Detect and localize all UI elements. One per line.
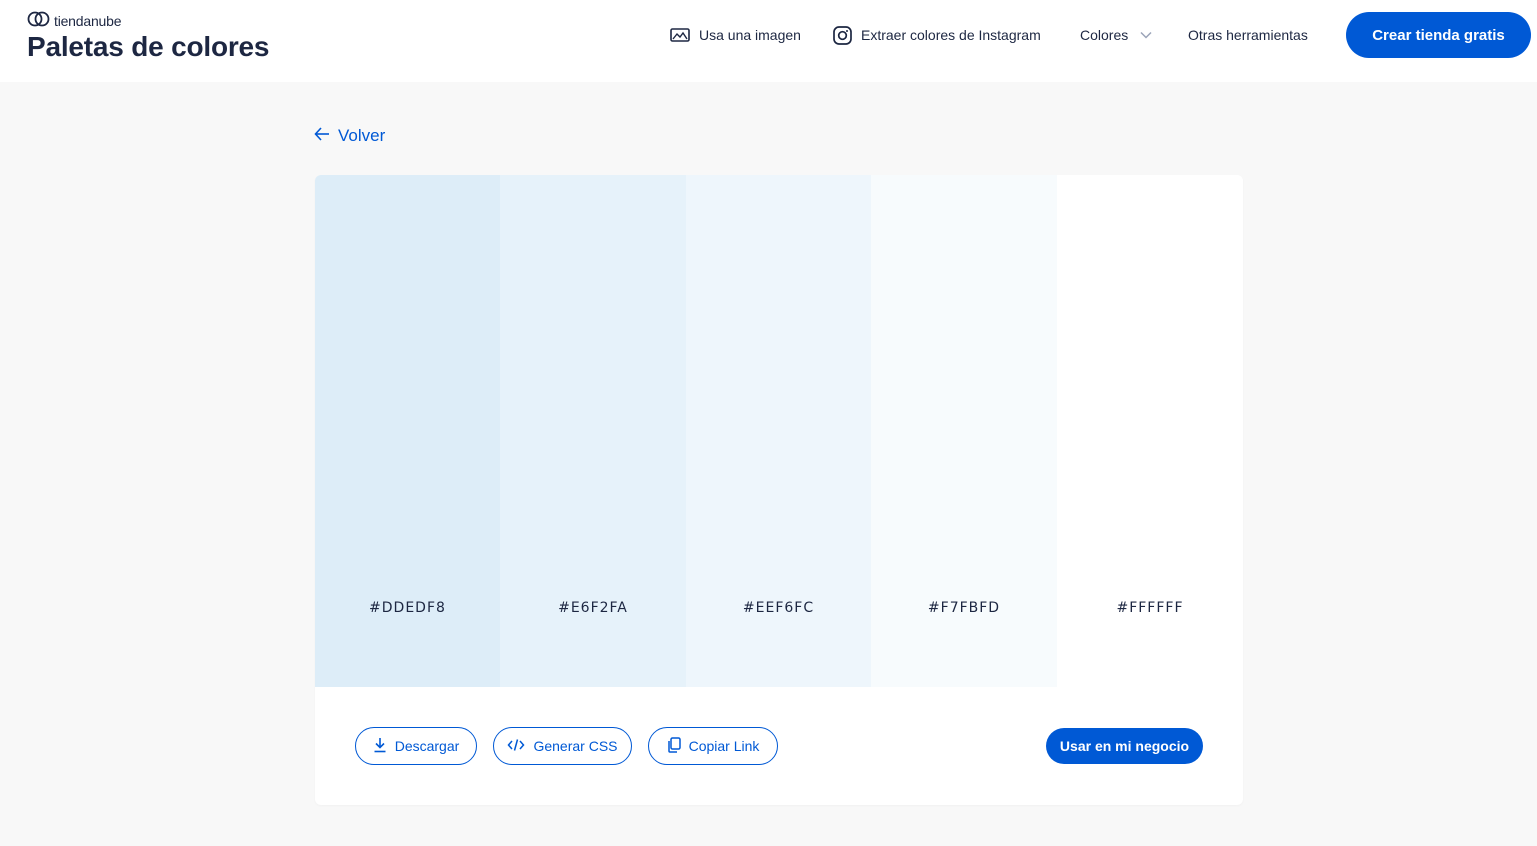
generate-css-button[interactable]: Generar CSS	[493, 727, 632, 765]
nav-use-image-label: Usa una imagen	[699, 27, 801, 43]
top-header: tiendanube Paletas de colores Usa una im…	[0, 0, 1537, 82]
nav-instagram[interactable]: Extraer colores de Instagram	[833, 0, 1041, 70]
nav-other-tools-label: Otras herramientas	[1188, 27, 1308, 43]
swatch-hex-label: #F7FBFD	[927, 600, 1001, 616]
cloud-logo-icon	[27, 11, 51, 32]
color-swatch-5[interactable]: #FFFFFF	[1057, 175, 1243, 687]
copy-link-button[interactable]: Copiar Link	[648, 727, 778, 765]
swatch-hex-label: #E6F2FA	[558, 600, 628, 616]
brand-block: tiendanube Paletas de colores	[27, 11, 270, 63]
color-swatch-2[interactable]: #E6F2FA	[500, 175, 686, 687]
swatch-hex-label: #EEF6FC	[742, 600, 815, 616]
arrow-left-icon	[314, 126, 330, 146]
nav-colors-label: Colores	[1080, 27, 1129, 43]
tiendanube-logo[interactable]: tiendanube	[27, 11, 269, 32]
color-swatch-4[interactable]: #F7FBFD	[871, 175, 1057, 687]
copy-link-label: Copiar Link	[688, 738, 760, 754]
generate-css-label: Generar CSS	[533, 738, 618, 754]
nav-use-image[interactable]: Usa una imagen	[670, 0, 801, 70]
nav-other-tools[interactable]: Otras herramientas	[1188, 0, 1308, 70]
use-in-business-button[interactable]: Usar en mi negocio	[1046, 728, 1203, 764]
create-store-button[interactable]: Crear tienda gratis	[1346, 12, 1531, 58]
download-button[interactable]: Descargar	[355, 727, 477, 765]
nav-instagram-label: Extraer colores de Instagram	[861, 27, 1041, 43]
color-swatch-1[interactable]: #DDEDF8	[315, 175, 500, 687]
palette-card: #DDEDF8 #E6F2FA #EEF6FC #F7FBFD #FFFFFF …	[315, 175, 1243, 805]
back-link[interactable]: Volver	[314, 126, 385, 146]
instagram-icon	[833, 25, 852, 45]
color-swatch-3[interactable]: #EEF6FC	[686, 175, 871, 687]
chevron-down-icon	[1140, 31, 1152, 39]
copy-icon	[667, 736, 681, 756]
image-icon	[670, 27, 690, 43]
palette-swatches: #DDEDF8 #E6F2FA #EEF6FC #F7FBFD #FFFFFF	[315, 175, 1243, 687]
page-title: Paletas de colores	[27, 31, 270, 62]
nav-colors-dropdown[interactable]: Colores	[1080, 0, 1152, 70]
code-icon	[507, 738, 525, 755]
download-label: Descargar	[394, 738, 460, 754]
back-label: Volver	[338, 126, 386, 145]
logo-wordmark: tiendanube	[54, 13, 122, 29]
download-icon	[373, 737, 387, 756]
swatch-hex-label: #FFFFFF	[1116, 600, 1184, 616]
swatch-hex-label: #DDEDF8	[369, 600, 446, 616]
palette-actions: Descargar Generar CSS Copiar Link Usar e…	[315, 687, 1243, 805]
